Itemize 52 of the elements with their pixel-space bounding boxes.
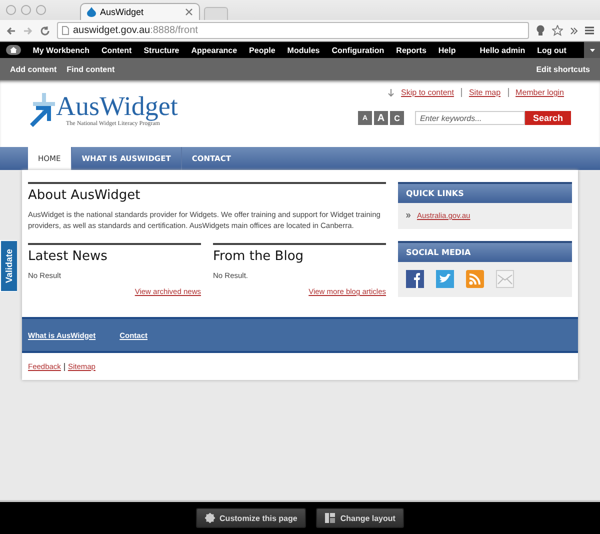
site-logo[interactable]: AusWidget	[56, 91, 178, 121]
header-link[interactable]: Skip to content	[394, 88, 461, 97]
lightbulb-icon[interactable]	[536, 25, 545, 36]
user-greeting[interactable]: Hello admin	[480, 46, 526, 54]
gear-icon	[204, 513, 215, 523]
close-tab-icon[interactable]	[185, 8, 193, 16]
house-icon	[10, 47, 17, 53]
dropdown-toggle[interactable]	[584, 42, 600, 58]
shortcut-link[interactable]: Find content	[66, 64, 115, 74]
log-out-link[interactable]: Log out	[537, 46, 566, 54]
text-size-button[interactable]: A	[374, 111, 388, 125]
rss-icon[interactable]	[466, 270, 484, 288]
double-chevron-icon[interactable]	[570, 26, 578, 34]
page-icon	[62, 26, 69, 35]
admin-menu-item[interactable]: Structure	[144, 46, 180, 54]
header-link[interactable]: Site map	[460, 88, 508, 97]
reload-icon[interactable]	[40, 26, 50, 36]
toolbar-button[interactable]: Change layout	[316, 508, 404, 528]
menu-icon[interactable]	[585, 26, 594, 35]
double-chevron-icon	[406, 213, 411, 218]
admin-menu-item[interactable]: Modules	[287, 46, 320, 54]
admin-menu-item[interactable]: People	[249, 46, 276, 54]
down-arrow-icon	[388, 88, 394, 96]
address-bar[interactable]: auswidget.gov.au:8888/front	[57, 22, 529, 39]
admin-menu-item[interactable]: My Workbench	[32, 46, 90, 54]
panel-title: QUICK LINKS	[398, 182, 572, 203]
admin-menu-item[interactable]: Help	[438, 46, 456, 54]
edit-shortcuts-link[interactable]: Edit shortcuts	[536, 64, 590, 74]
toolbar-button[interactable]: Customize this page	[196, 508, 306, 528]
drop-icon	[87, 7, 96, 17]
layout-icon	[325, 513, 336, 523]
section-title: From the Blog	[213, 243, 386, 264]
section-title: About AusWidget	[28, 182, 386, 203]
admin-menu-item[interactable]: Configuration	[332, 46, 384, 54]
panel-title: SOCIAL MEDIA	[398, 241, 572, 262]
browser-tab[interactable]: AusWidget	[80, 3, 200, 20]
admin-menu-item[interactable]: Reports	[396, 46, 426, 54]
search-field[interactable]: Enter keywords...	[414, 111, 525, 125]
bird-icon[interactable]	[436, 270, 454, 288]
admin-menu-item[interactable]: Appearance	[191, 46, 238, 54]
section-title: Latest News	[28, 243, 201, 264]
home-button[interactable]	[6, 45, 21, 55]
shortcut-link[interactable]: Add content	[10, 64, 57, 74]
validate-tab[interactable]: Validate	[0, 240, 17, 292]
star-icon[interactable]	[552, 25, 563, 36]
admin-menu-item[interactable]: Content	[101, 46, 132, 54]
caret-icon	[590, 48, 595, 52]
f-logo-icon[interactable]	[406, 270, 424, 288]
header-link[interactable]: Member login	[508, 88, 571, 97]
back-icon[interactable]	[6, 26, 16, 36]
text-size-button[interactable]: C	[390, 111, 404, 125]
search-button[interactable]: Search	[524, 111, 571, 125]
